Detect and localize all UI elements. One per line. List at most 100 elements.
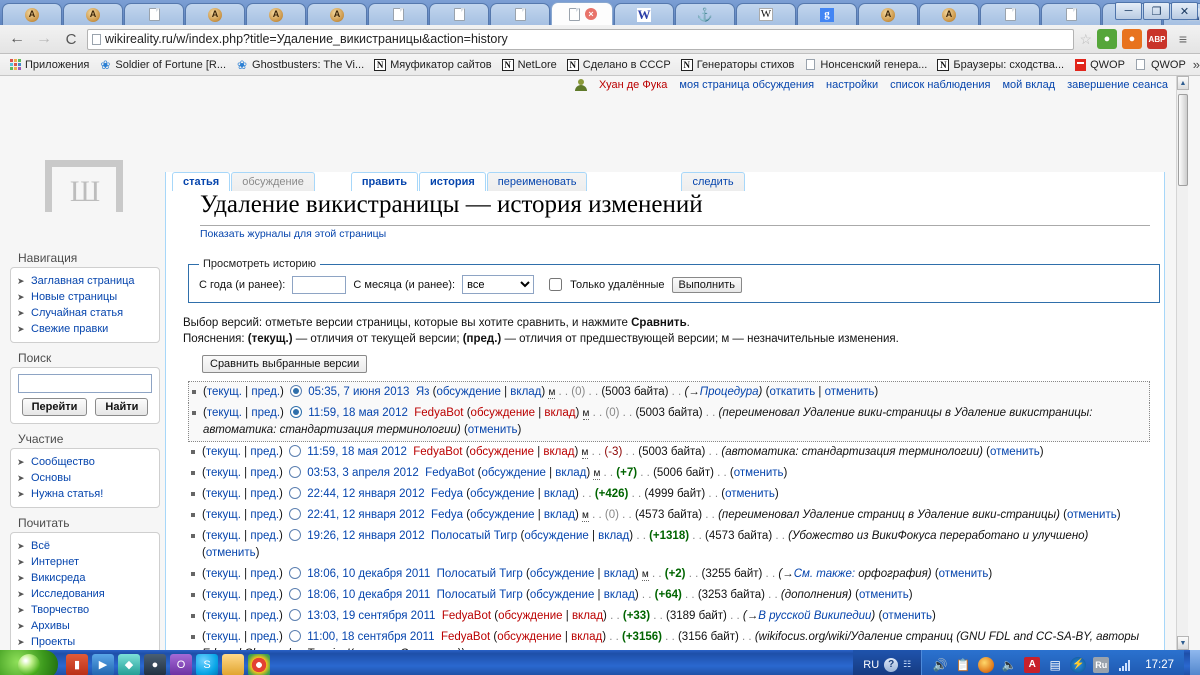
scroll-up-arrow-icon[interactable]: ▲ — [1177, 76, 1189, 90]
browser-tab-15[interactable]: A — [858, 3, 918, 25]
prev-diff-link[interactable]: пред. — [250, 467, 279, 479]
user-contribs-link[interactable]: вклад — [544, 488, 575, 500]
sidebar-item-интернет[interactable]: Интернет — [15, 554, 155, 570]
prev-diff-link[interactable]: пред. — [251, 407, 280, 419]
user-contribs-link[interactable]: вклад — [572, 610, 603, 622]
cur-diff-link[interactable]: текущ. — [206, 589, 241, 601]
taskbar-app-chrome[interactable] — [248, 653, 270, 675]
user-contribs-link[interactable]: вклад — [544, 407, 575, 419]
cur-diff-link[interactable]: текущ. — [206, 467, 241, 479]
user-contribs-link[interactable]: вклад — [510, 386, 541, 398]
scroll-down-arrow-icon[interactable]: ▼ — [1177, 636, 1189, 650]
user-contribs-link[interactable]: вклад — [543, 446, 574, 458]
browser-tab-9[interactable] — [490, 3, 550, 25]
sidebar-item-всё[interactable]: Всё — [15, 538, 155, 554]
revision-timestamp-link[interactable]: 18:06, 10 декабря 2011 — [307, 589, 430, 601]
sidebar-item-викисреда[interactable]: Викисреда — [15, 570, 155, 586]
reload-icon[interactable]: C — [60, 28, 82, 50]
tab-history[interactable]: история — [419, 172, 486, 191]
tab-edit[interactable]: править — [350, 172, 419, 191]
volume-icon[interactable]: 🔊 — [932, 657, 948, 673]
revision-user-link[interactable]: FedyaBot — [425, 467, 474, 479]
sidebar-item-нужна-статья-[interactable]: Нужна статья! — [15, 486, 155, 502]
help-icon[interactable]: ? — [884, 657, 899, 672]
browser-tab-14[interactable]: g — [797, 3, 857, 25]
bookmark-item-10[interactable]: QWOP — [1069, 57, 1130, 73]
sidebar-item-сообщество[interactable]: Сообщество — [15, 454, 155, 470]
prev-diff-link[interactable]: пред. — [251, 386, 280, 398]
signal-icon[interactable] — [1116, 657, 1132, 673]
undo-link[interactable]: отменить — [859, 589, 909, 601]
revision-radio[interactable] — [290, 385, 303, 397]
browser-tab-3[interactable] — [124, 3, 184, 25]
taskbar-app-player[interactable]: ▶ — [92, 653, 114, 675]
browser-tab-12[interactable]: ⚓ — [675, 3, 735, 25]
revision-user-link[interactable]: Fedya — [431, 509, 463, 521]
deleted-only-checkbox[interactable] — [549, 278, 563, 291]
bookmark-item-6[interactable]: N Сделано в СССР — [562, 57, 676, 73]
sidebar-item-случайная-статья[interactable]: Случайная статья — [15, 305, 155, 321]
browser-tab-10[interactable]: × — [551, 2, 613, 25]
prev-diff-link[interactable]: пред. — [250, 589, 279, 601]
taskbar-app-skype[interactable]: S — [196, 653, 218, 675]
minimize-button[interactable]: ─ — [1115, 2, 1142, 20]
taskbar-app-folder[interactable] — [222, 653, 244, 675]
month-select[interactable]: все — [462, 275, 535, 294]
search-go-button[interactable]: Перейти — [21, 398, 88, 416]
close-button[interactable]: ✕ — [1171, 2, 1198, 20]
undo-link[interactable]: отменить — [825, 386, 875, 398]
browser-tab-7[interactable] — [368, 3, 428, 25]
revision-radio[interactable] — [289, 487, 302, 499]
browser-tab-2[interactable]: A — [63, 3, 123, 25]
taskbar-clock[interactable]: 17:27 — [1139, 659, 1174, 671]
prev-diff-link[interactable]: пред. — [250, 509, 279, 521]
bookmarks-overflow-icon[interactable]: » — [1193, 57, 1200, 72]
comment-section-link[interactable]: См. также: — [794, 568, 855, 580]
undo-link[interactable]: отменить — [468, 424, 518, 436]
cur-diff-link[interactable]: текущ. — [206, 631, 241, 643]
sidebar-item-заглавная-страница[interactable]: Заглавная страница — [15, 273, 155, 289]
revision-user-link[interactable]: FedyaBot — [442, 610, 491, 622]
sidebar-item-новые-страницы[interactable]: Новые страницы — [15, 289, 155, 305]
undo-link[interactable]: отменить — [725, 488, 775, 500]
revision-timestamp-link[interactable]: 13:03, 19 сентября 2011 — [307, 610, 435, 622]
revision-user-link[interactable]: Полосатый Тигр — [431, 530, 517, 542]
revision-radio[interactable] — [290, 406, 303, 418]
language-bar-options-icon[interactable]: ☷ — [903, 659, 911, 670]
start-button[interactable] — [0, 650, 58, 675]
site-logo[interactable]: Ш — [36, 156, 132, 216]
revision-user-link[interactable]: FedyaBot — [414, 407, 463, 419]
address-bar[interactable]: wikireality.ru/w/index.php?title=Удалени… — [87, 28, 1075, 50]
comment-section-link[interactable]: В русской Википедии — [758, 610, 871, 622]
revision-user-link[interactable]: FedyaBot — [441, 631, 490, 643]
user-contribs-link[interactable]: вклад — [598, 530, 629, 542]
revision-timestamp-link[interactable]: 11:59, 18 мая 2012 — [308, 407, 408, 419]
user-talk-link[interactable]: обсуждение — [530, 589, 594, 601]
bookmark-item-1[interactable]: Приложения — [4, 57, 94, 73]
bookmark-item-3[interactable]: ❀ Ghostbusters: The Vi... — [231, 57, 369, 73]
user-talk-link[interactable]: обсуждение — [498, 610, 562, 622]
taskbar-app-dark[interactable]: ● — [144, 653, 166, 675]
back-icon[interactable]: ← — [6, 28, 28, 50]
sidebar-item-проекты[interactable]: Проекты — [15, 634, 155, 650]
compare-selected-button-top[interactable]: Сравнить выбранные версии — [202, 355, 368, 373]
cur-diff-link[interactable]: текущ. — [206, 488, 241, 500]
display-icon[interactable]: ▤ — [1047, 657, 1063, 673]
revision-timestamp-link[interactable]: 05:35, 7 июня 2013 — [308, 386, 409, 398]
taskbar-app-red[interactable]: ▮ — [66, 653, 88, 675]
pdf-icon[interactable]: A — [1024, 656, 1041, 673]
cur-diff-link[interactable]: текущ. — [206, 568, 241, 580]
bookmark-star-icon[interactable]: ☆ — [1079, 31, 1092, 48]
cur-diff-link[interactable]: текущ. — [206, 446, 241, 458]
browser-tab-1[interactable]: A — [2, 3, 62, 25]
prev-diff-link[interactable]: пред. — [250, 568, 279, 580]
browser-tab-16[interactable]: A — [919, 3, 979, 25]
browser-tab-17[interactable] — [980, 3, 1040, 25]
revision-timestamp-link[interactable]: 19:26, 12 января 2012 — [307, 530, 424, 542]
revision-timestamp-link[interactable]: 03:53, 3 апреля 2012 — [307, 467, 419, 479]
clipboard-icon[interactable]: 📋 — [955, 657, 971, 673]
restore-button[interactable]: ❐ — [1143, 2, 1170, 20]
user-talk-link[interactable]: обсуждение — [481, 467, 545, 479]
user-talk-link[interactable]: обсуждение — [524, 530, 588, 542]
watchlist-link[interactable]: список наблюдения — [890, 79, 990, 91]
